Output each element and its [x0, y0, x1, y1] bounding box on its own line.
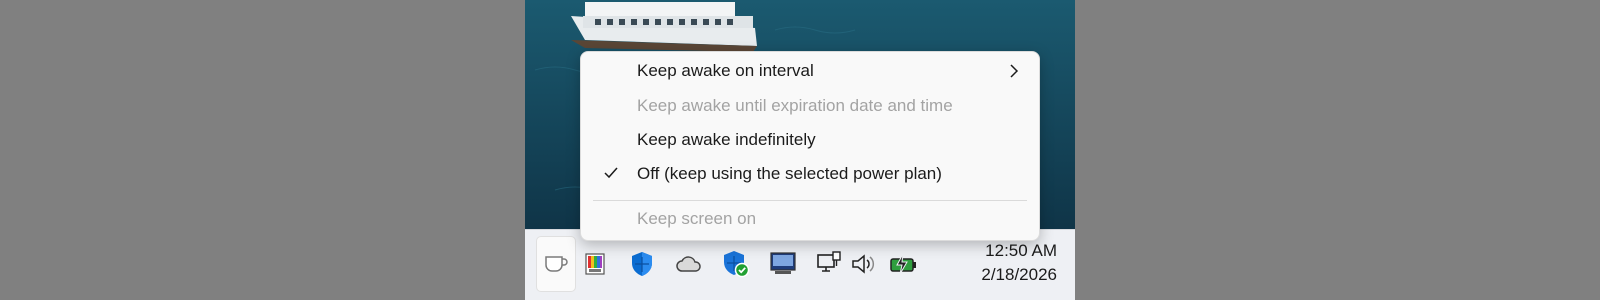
- menu-separator: [593, 200, 1027, 201]
- onedrive-tray-button[interactable]: [669, 236, 709, 292]
- battery-tray-button[interactable]: [884, 236, 924, 292]
- clock-date: 2/18/2026: [981, 265, 1057, 284]
- menu-item-label: Keep awake indefinitely: [637, 130, 816, 149]
- display-monitor-icon: [770, 252, 796, 274]
- clock[interactable]: 12:50 AM 2/18/2026: [947, 239, 1057, 287]
- onedrive-cloud-icon: [676, 256, 701, 272]
- menu-item-label: Keep awake on interval: [637, 61, 814, 80]
- menu-item-keep-screen-on[interactable]: Keep screen on: [585, 203, 1035, 235]
- menu-item-label: Keep awake until expiration date and tim…: [637, 96, 953, 115]
- menu-item-keep-awake-indefinitely[interactable]: Keep awake indefinitely: [585, 124, 1035, 156]
- windows-defender-shield-icon: [632, 252, 652, 276]
- defender-tray-button[interactable]: [622, 236, 662, 292]
- speaker-volume-icon: [852, 254, 875, 274]
- color-picker-tray-button[interactable]: [575, 236, 615, 292]
- chevron-right-icon: [1010, 64, 1019, 78]
- color-picker-icon: [585, 253, 605, 275]
- volume-tray-button[interactable]: [845, 236, 885, 292]
- menu-item-off[interactable]: Off (keep using the selected power plan): [585, 158, 1035, 190]
- menu-item-label: Off (keep using the selected power plan): [637, 164, 942, 183]
- menu-item-keep-awake-until-expiration[interactable]: Keep awake until expiration date and tim…: [585, 90, 1035, 122]
- coffee-cup-icon: [545, 256, 568, 272]
- clock-time: 12:50 AM: [985, 241, 1057, 260]
- awake-context-menu: Keep awake on interval Keep awake until …: [580, 51, 1040, 241]
- menu-item-keep-awake-on-interval[interactable]: Keep awake on interval: [585, 55, 1035, 87]
- awake-tray-button[interactable]: [536, 236, 576, 292]
- battery-charging-icon: [890, 253, 916, 275]
- boat-image: [571, 2, 757, 52]
- checkmark-icon: [604, 167, 618, 179]
- windows-security-tray-button[interactable]: [716, 236, 756, 292]
- network-ethernet-icon: [817, 251, 841, 272]
- network-tray-button[interactable]: [809, 236, 849, 292]
- display-tray-button[interactable]: [763, 236, 803, 292]
- menu-item-label: Keep screen on: [637, 209, 757, 228]
- windows-security-icon: [724, 251, 750, 278]
